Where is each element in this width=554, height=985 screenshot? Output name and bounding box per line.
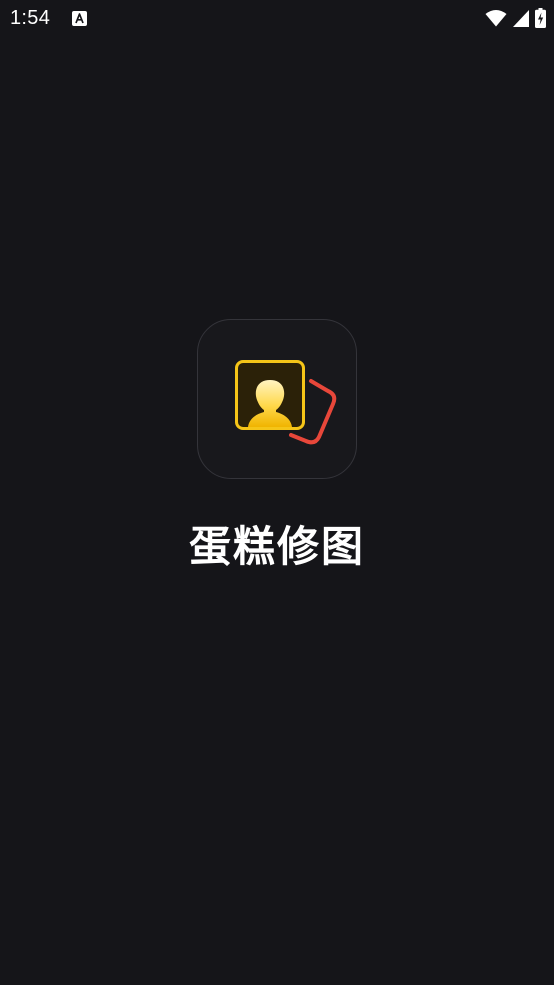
app-name: 蛋糕修图	[188, 522, 365, 571]
wifi-icon	[485, 10, 507, 27]
status-bar: 1:54	[0, 0, 554, 36]
app-logo	[197, 319, 357, 479]
cellular-signal-icon	[513, 9, 529, 27]
battery-charging-icon	[535, 8, 546, 28]
status-time: 1:54	[10, 7, 51, 29]
status-icons	[485, 8, 546, 28]
a-letter-icon	[72, 11, 87, 26]
portrait-photo-icon	[235, 360, 337, 445]
